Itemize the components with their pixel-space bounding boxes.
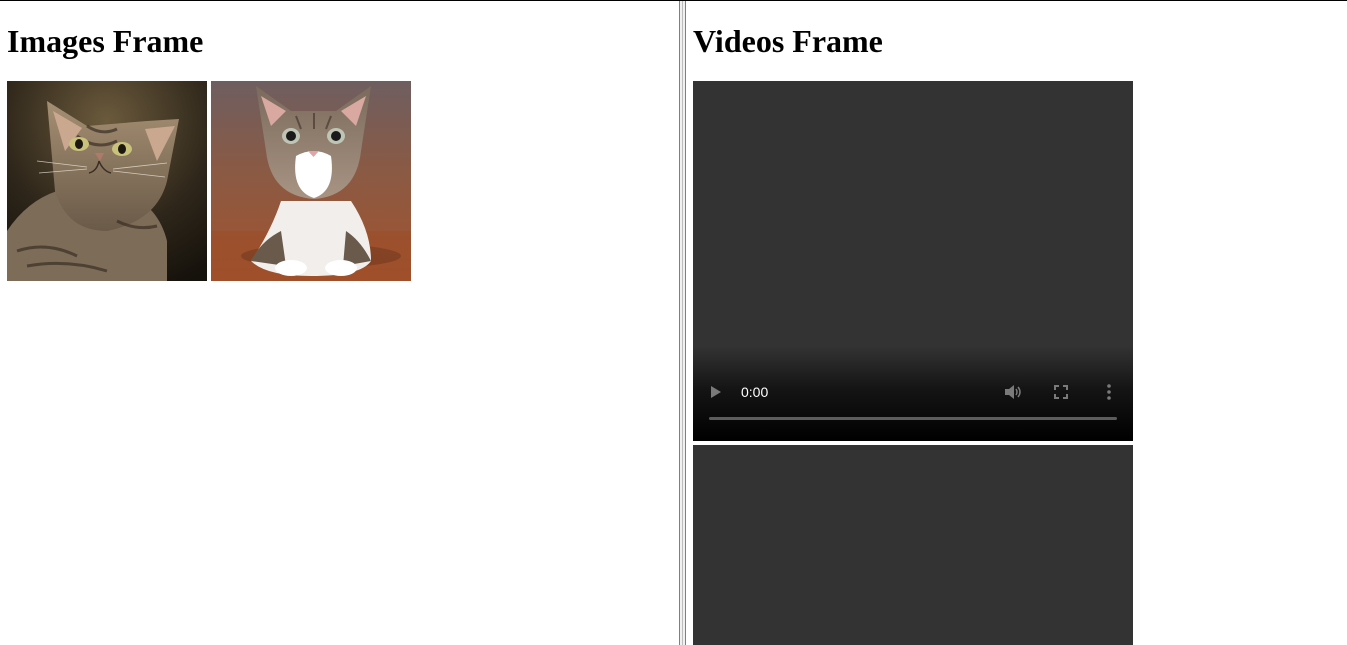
more-options-icon[interactable]	[1107, 384, 1111, 400]
play-icon[interactable]	[711, 386, 721, 398]
images-frame: Images Frame	[0, 1, 679, 645]
cat-image-kitten	[211, 81, 411, 281]
video-time: 0:00	[741, 384, 769, 400]
images-frame-heading: Images Frame	[7, 23, 204, 59]
videos-frame: Videos Frame 0:00	[686, 1, 1347, 645]
frame-splitter[interactable]	[679, 1, 686, 645]
video-player-1[interactable]: 0:00	[693, 81, 1133, 441]
fullscreen-icon[interactable]	[1054, 385, 1068, 399]
video-player-2[interactable]	[693, 445, 1133, 645]
videos-frame-heading: Videos Frame	[693, 23, 883, 59]
video-progress-bar[interactable]	[709, 417, 1117, 420]
volume-icon[interactable]	[1005, 385, 1023, 399]
cat-image-tabby	[7, 81, 207, 281]
